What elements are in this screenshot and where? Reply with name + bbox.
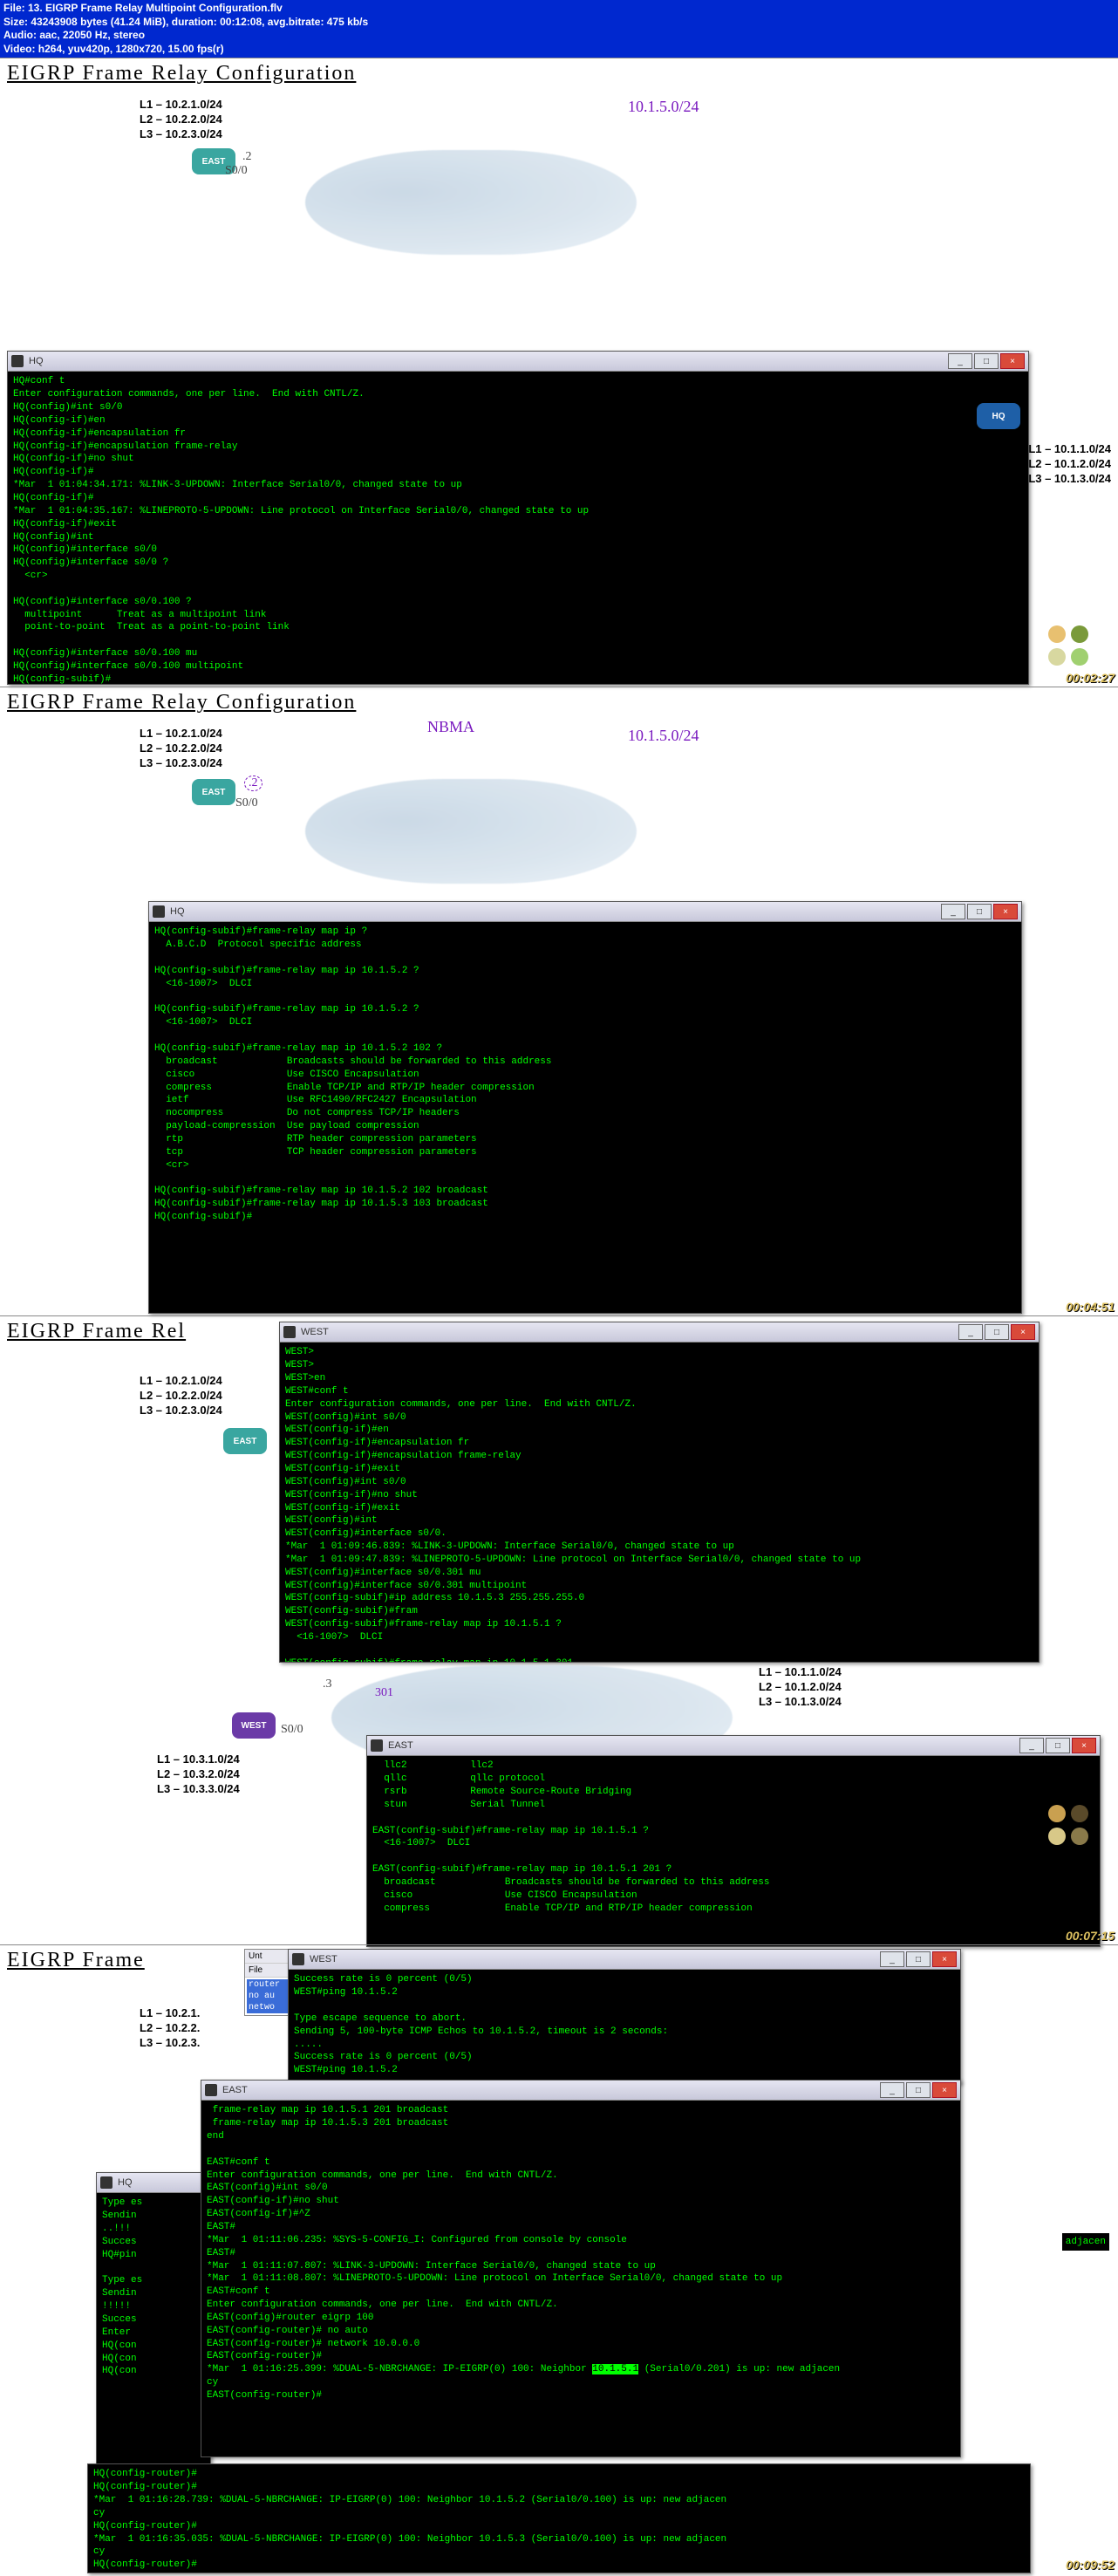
close-button[interactable]: × xyxy=(1072,1738,1096,1753)
terminal-output[interactable]: HQ(config-router)# HQ(config-router)# *M… xyxy=(88,2464,1030,2573)
diagram-title: EIGRP Frame Relay Configuration xyxy=(0,58,1118,89)
terminal-window-hq-frag[interactable]: HQ Type es Sendin ..!!! Succes HQ#pin Ty… xyxy=(96,2172,211,2471)
highlighted-ip: 10.1.5.1 xyxy=(592,2364,638,2374)
network-diagram-1: L1 – 10.2.1.0/24 L2 – 10.2.2.0/24 L3 – 1… xyxy=(0,89,1118,220)
hq-net-3: L3 – 10.1.3.0/24 xyxy=(1028,472,1111,487)
hq-net-2: L2 – 10.1.2.0/24 xyxy=(1028,457,1111,472)
dlci-301: 301 xyxy=(375,1686,393,1700)
terminal-output[interactable]: HQ(config-subif)#frame-relay map ip ? A.… xyxy=(149,922,1021,1313)
router-east: EAST xyxy=(192,779,235,805)
nbma-label: NBMA xyxy=(427,718,474,736)
terminal-output[interactable]: Type es Sendin ..!!! Succes HQ#pin Type … xyxy=(97,2193,210,2470)
minimize-button[interactable]: _ xyxy=(880,1951,904,1967)
terminal-window-east-1[interactable]: EAST _ □ × llc2 llc2 qllc qllc protocol … xyxy=(366,1735,1101,1947)
titlebar[interactable]: HQ xyxy=(97,2173,210,2193)
app-icon xyxy=(153,905,165,918)
decoration-dot xyxy=(1048,648,1066,666)
diagram-title: EIGRP Frame Rel xyxy=(0,1316,276,1347)
minimize-button[interactable]: _ xyxy=(948,353,972,369)
app-icon xyxy=(292,1953,304,1965)
terminal-output[interactable]: WEST> WEST> WEST>en WEST#conf t Enter co… xyxy=(280,1343,1039,1662)
decoration-dot xyxy=(1048,625,1066,643)
terminal-window-east-2[interactable]: EAST _ □ × frame-relay map ip 10.1.5.1 2… xyxy=(201,2080,961,2457)
info-size: Size: 43243908 bytes (41.24 MiB), durati… xyxy=(3,16,1115,30)
router-west: WEST xyxy=(232,1712,276,1739)
subnet-label: 10.1.5.0/24 xyxy=(628,98,699,116)
east-net-1: L1 – 10.2.1.0/24 xyxy=(140,98,222,113)
diagram-title: EIGRP Frame Relay Configuration xyxy=(0,687,1118,718)
info-file: File: 13. EIGRP Frame Relay Multipoint C… xyxy=(3,2,1115,16)
maximize-button[interactable]: □ xyxy=(906,1951,931,1967)
info-audio: Audio: aac, 22050 Hz, stereo xyxy=(3,29,1115,43)
decoration-dot xyxy=(1048,1828,1066,1845)
decoration-dot xyxy=(1071,1805,1088,1822)
info-video: Video: h264, yuv420p, 1280x720, 15.00 fp… xyxy=(3,43,1115,57)
network-diagram-2: L1 – 10.2.1.0/24 L2 – 10.2.2.0/24 L3 – 1… xyxy=(0,718,1118,849)
decoration-dot xyxy=(1071,1828,1088,1845)
close-button[interactable]: × xyxy=(1011,1324,1035,1340)
terminal-window-west-2[interactable]: WEST _ □ × Success rate is 0 percent (0/… xyxy=(288,1949,961,2084)
decoration-dot xyxy=(1071,648,1088,666)
terminal-output[interactable]: Success rate is 0 percent (0/5) WEST#pin… xyxy=(289,1970,960,2083)
titlebar[interactable]: HQ _ □ × xyxy=(149,902,1021,922)
timestamp: 00:02:27 xyxy=(1066,671,1115,685)
terminal-window-hq-3[interactable]: HQ(config-router)# HQ(config-router)# *M… xyxy=(87,2463,1031,2573)
minimize-button[interactable]: _ xyxy=(941,904,965,919)
decoration-dot xyxy=(1048,1805,1066,1822)
terminal-window-west-1[interactable]: WEST _ □ × WEST> WEST> WEST>en WEST#conf… xyxy=(279,1322,1040,1663)
timestamp: 00:04:51 xyxy=(1066,1300,1115,1314)
close-button[interactable]: × xyxy=(993,904,1018,919)
titlebar[interactable]: EAST _ □ × xyxy=(367,1736,1100,1756)
terminal-output[interactable]: frame-relay map ip 10.1.5.1 201 broadcas… xyxy=(201,2101,960,2456)
addr-3: .3 xyxy=(323,1677,332,1691)
terminal-window-hq-1[interactable]: HQ _ □ × HQ#conf t Enter configuration c… xyxy=(7,351,1029,685)
terminal-output[interactable]: llc2 llc2 qllc qllc protocol rsrb Remote… xyxy=(367,1756,1100,1946)
minimize-button[interactable]: _ xyxy=(958,1324,983,1340)
app-icon xyxy=(283,1326,296,1338)
close-button[interactable]: × xyxy=(932,1951,957,1967)
hq-net-1: L1 – 10.1.1.0/24 xyxy=(1028,442,1111,457)
terminal-window-hq-2[interactable]: HQ _ □ × HQ(config-subif)#frame-relay ma… xyxy=(148,901,1022,1314)
app-icon xyxy=(371,1739,383,1752)
timestamp: 00:07:15 xyxy=(1066,1929,1115,1943)
east-net-3: L3 – 10.2.3.0/24 xyxy=(140,127,222,142)
close-button[interactable]: × xyxy=(1000,353,1025,369)
maximize-button[interactable]: □ xyxy=(967,904,992,919)
maximize-button[interactable]: □ xyxy=(906,2082,931,2098)
titlebar[interactable]: EAST _ □ × xyxy=(201,2081,960,2101)
router-east: EAST xyxy=(223,1428,267,1454)
decoration-dot xyxy=(1071,625,1088,643)
east-net-2: L2 – 10.2.2.0/24 xyxy=(140,113,222,127)
maximize-button[interactable]: □ xyxy=(974,353,999,369)
file-info-bar: File: 13. EIGRP Frame Relay Multipoint C… xyxy=(0,0,1118,58)
close-button[interactable]: × xyxy=(932,2082,957,2098)
east-if: S0/0 xyxy=(225,164,248,178)
terminal-output[interactable]: HQ#conf t Enter configuration commands, … xyxy=(8,372,1028,684)
titlebar[interactable]: WEST _ □ × xyxy=(289,1950,960,1970)
maximize-button[interactable]: □ xyxy=(1046,1738,1070,1753)
minimize-button[interactable]: _ xyxy=(880,2082,904,2098)
minimize-button[interactable]: _ xyxy=(1019,1738,1044,1753)
window-title: HQ xyxy=(29,356,44,366)
east-addr: .2 xyxy=(242,150,252,164)
titlebar[interactable]: HQ _ □ × xyxy=(8,352,1028,372)
diagram-title: EIGRP Frame xyxy=(0,1945,258,1976)
app-icon xyxy=(11,355,24,367)
router-hq: HQ xyxy=(977,403,1020,429)
app-icon xyxy=(205,2084,217,2096)
terminal-fragment-right: adjacen xyxy=(1062,2233,1109,2251)
maximize-button[interactable]: □ xyxy=(985,1324,1009,1340)
app-icon xyxy=(100,2176,112,2189)
timestamp: 00:09:52 xyxy=(1066,2558,1115,2572)
titlebar[interactable]: WEST _ □ × xyxy=(280,1322,1039,1343)
